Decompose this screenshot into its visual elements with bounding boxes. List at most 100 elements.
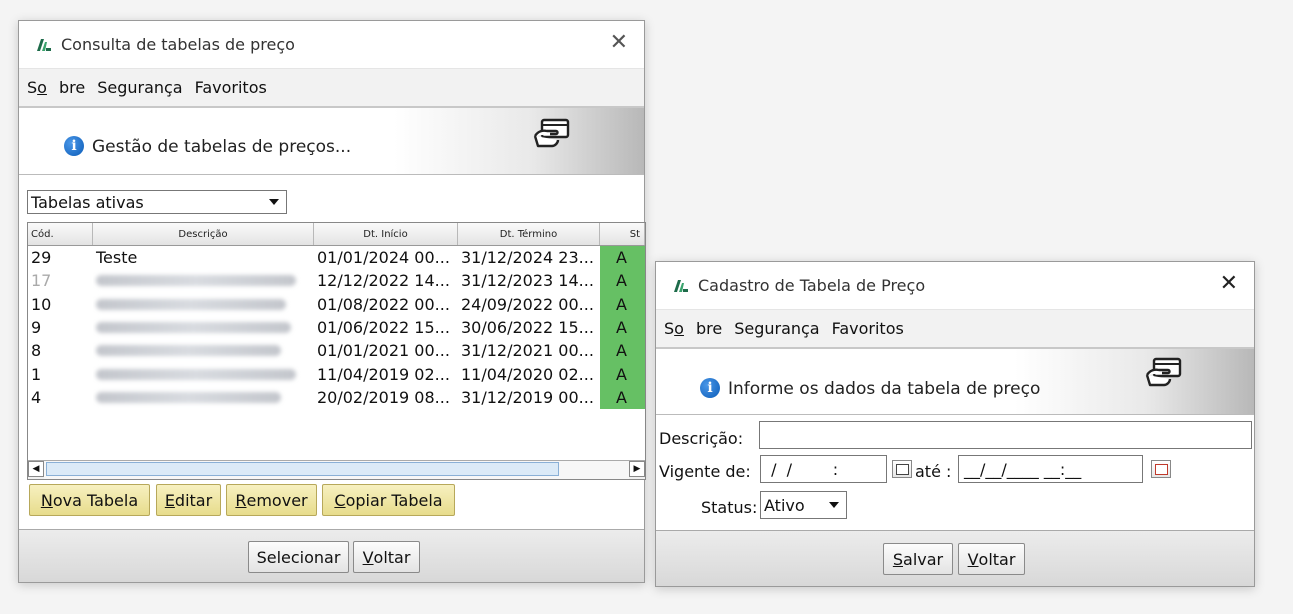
redacted-text <box>96 322 291 334</box>
cell-termino: 31/12/2024 23... <box>461 248 594 268</box>
cell-inicio: 01/01/2021 00... <box>317 341 450 361</box>
redacted-text <box>96 345 281 357</box>
footer-bar: Salvar Voltar <box>656 530 1254 586</box>
grid-body: 29 Teste 01/01/2024 00... 31/12/2024 23... A… <box>28 246 645 410</box>
menu-sobre[interactable]: So bre <box>664 319 722 338</box>
banner-text: Informe os dados da tabela de preço <box>728 379 1041 399</box>
calendar-icon[interactable] <box>892 460 912 478</box>
window-title: Consulta de tabelas de preço <box>61 35 295 54</box>
tables-grid[interactable]: Cód. Descrição Dt. Início Dt. Término St… <box>27 222 646 480</box>
copiar-tabela-button[interactable]: Copiar Tabela <box>322 484 455 516</box>
menu-seguranca[interactable]: Segurança <box>734 319 819 338</box>
voltar-button[interactable]: Voltar <box>353 541 420 573</box>
close-icon[interactable]: ✕ <box>1220 273 1238 295</box>
cell-inicio: 01/06/2022 15... <box>317 318 450 338</box>
column-header-termino[interactable]: Dt. Término <box>458 223 600 245</box>
scroll-thumb[interactable] <box>46 462 559 476</box>
ate-label: até : <box>915 462 952 481</box>
menu-seguranca[interactable]: Segurança <box>97 78 182 97</box>
column-header-cod[interactable]: Cód. <box>28 223 93 245</box>
cell-inicio: 12/12/2022 14... <box>317 271 450 291</box>
status-select-value: Ativo <box>764 495 805 515</box>
info-icon: i <box>64 136 84 156</box>
cell-inicio: 01/01/2024 00... <box>317 248 450 268</box>
table-row[interactable]: 9 01/06/2022 15... 30/06/2022 15... A <box>28 315 645 340</box>
window-cadastro-tabela: Cadastro de Tabela de Preço ✕ So bre Segu… <box>655 261 1255 587</box>
redacted-text <box>96 298 286 310</box>
cell-status: A <box>600 292 645 316</box>
cell-descricao <box>93 362 314 385</box>
column-header-inicio[interactable]: Dt. Início <box>314 223 458 245</box>
status-label: Status: <box>701 498 758 517</box>
cell-termino: 31/12/2023 14... <box>461 271 594 291</box>
title-bar[interactable]: Consulta de tabelas de preço ✕ <box>19 21 644 69</box>
title-bar[interactable]: Cadastro de Tabela de Preço ✕ <box>656 262 1254 310</box>
cell-cod: 10 <box>31 294 52 314</box>
menu-bar: So bre Segurança Favoritos <box>19 69 644 108</box>
selecionar-button[interactable]: Selecionar <box>248 541 349 573</box>
column-header-status[interactable]: St <box>600 223 645 245</box>
cell-termino: 31/12/2019 00... <box>461 387 594 407</box>
cell-inicio: 01/08/2022 00... <box>317 294 450 314</box>
table-row[interactable]: 8 01/01/2021 00... 31/12/2021 00... A <box>28 339 645 363</box>
table-row[interactable]: 17 12/12/2022 14... 31/12/2023 14... A <box>28 269 645 293</box>
editar-button[interactable]: Editar <box>156 484 221 516</box>
redacted-text <box>96 391 281 403</box>
calendar-icon[interactable] <box>1151 460 1171 478</box>
app-logo-icon <box>37 38 51 51</box>
grid-header: Cód. Descrição Dt. Início Dt. Término St <box>28 223 645 246</box>
info-icon: i <box>700 378 720 398</box>
cell-cod: 29 <box>31 248 52 268</box>
filter-select-value: Tabelas ativas <box>31 192 144 212</box>
cell-descricao <box>93 316 314 339</box>
nova-tabela-button[interactable]: Nova Tabela <box>29 484 150 516</box>
ate-field[interactable]: __/__/____ __:__ <box>958 455 1143 483</box>
table-row[interactable]: 10 01/08/2022 00... 24/09/2022 00... A <box>28 292 645 316</box>
table-row[interactable]: 1 11/04/2019 02... 11/04/2020 02... A <box>28 362 645 386</box>
cell-status: A <box>600 315 645 340</box>
cell-cod: 4 <box>31 387 42 407</box>
vigente-de-field[interactable]: / / : <box>760 455 887 483</box>
menu-bar: So bre Segurança Favoritos <box>656 310 1254 349</box>
footer-bar: Selecionar Voltar <box>19 529 644 582</box>
menu-favoritos[interactable]: Favoritos <box>195 78 267 97</box>
remover-button[interactable]: Remover <box>226 484 317 516</box>
descricao-field[interactable] <box>759 421 1252 449</box>
cell-descricao <box>93 386 314 409</box>
cell-status: A <box>600 385 645 410</box>
cell-descricao <box>93 293 314 316</box>
salvar-button[interactable]: Salvar <box>883 543 953 575</box>
cell-cod: 9 <box>31 318 42 338</box>
cell-inicio: 20/02/2019 08... <box>317 387 450 407</box>
cell-status: A <box>600 269 645 293</box>
column-header-descricao[interactable]: Descrição <box>93 223 314 245</box>
card-hand-icon <box>533 118 570 148</box>
header-banner: i Gestão de tabelas de preços... <box>19 108 644 175</box>
cell-cod: 1 <box>31 364 42 384</box>
chevron-down-icon <box>829 502 839 508</box>
menu-sobre[interactable]: So bre <box>27 78 85 97</box>
status-select[interactable]: Ativo <box>760 491 847 519</box>
menu-favoritos[interactable]: Favoritos <box>832 319 904 338</box>
scroll-track[interactable] <box>44 461 629 479</box>
close-icon[interactable]: ✕ <box>610 32 628 54</box>
scroll-left-icon[interactable]: ◀ <box>28 461 44 477</box>
cell-termino: 11/04/2020 02... <box>461 364 594 384</box>
table-row[interactable]: 4 20/02/2019 08... 31/12/2019 00... A <box>28 385 645 410</box>
voltar-button[interactable]: Voltar <box>958 543 1025 575</box>
scroll-right-icon[interactable]: ▶ <box>629 461 645 477</box>
cell-descricao: Teste <box>96 248 138 268</box>
cell-cod: 17 <box>31 271 52 291</box>
window-title: Cadastro de Tabela de Preço <box>698 276 926 295</box>
filter-select[interactable]: Tabelas ativas <box>27 190 287 214</box>
header-banner: i Informe os dados da tabela de preço <box>656 349 1254 415</box>
chevron-down-icon <box>269 199 279 205</box>
cell-termino: 24/09/2022 00... <box>461 294 594 314</box>
card-hand-icon <box>1145 357 1182 387</box>
cell-cod: 8 <box>31 341 42 361</box>
window-consulta-tabelas: Consulta de tabelas de preço ✕ So bre Seg… <box>18 20 646 583</box>
cell-descricao <box>93 339 314 362</box>
table-row[interactable]: 29 Teste 01/01/2024 00... 31/12/2024 23... A <box>28 246 645 270</box>
cell-inicio: 11/04/2019 02... <box>317 364 450 384</box>
horizontal-scrollbar[interactable]: ◀ ▶ <box>28 460 645 479</box>
